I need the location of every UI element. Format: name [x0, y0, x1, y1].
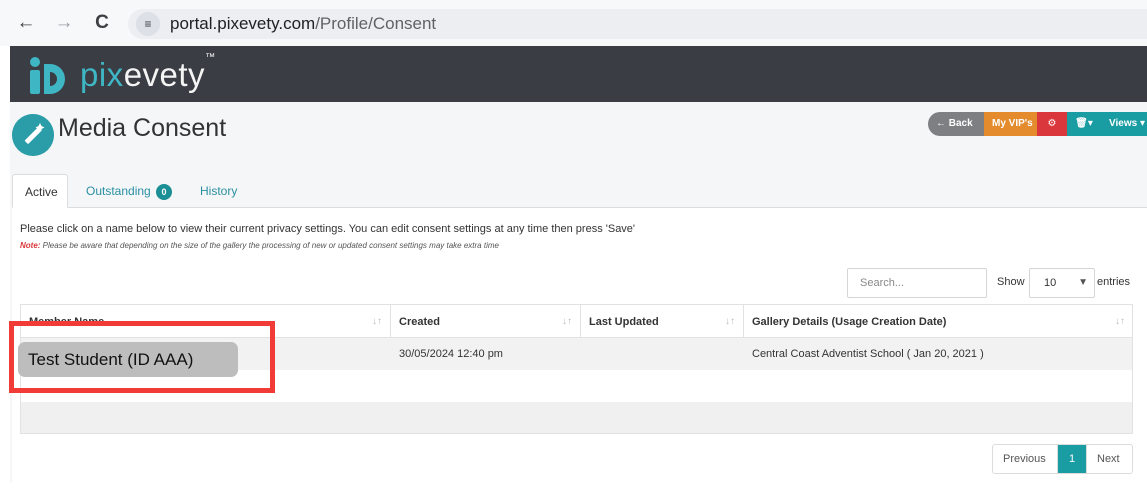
tab-history[interactable]: History	[188, 174, 249, 208]
pagination: Previous 1 Next	[992, 444, 1133, 474]
action-toolbar: ← Back My VIP's ⚙ 🗑▾ Views ▾	[928, 112, 1147, 136]
sort-icon: ↓↑	[725, 316, 735, 327]
column-header-gallery-details[interactable]: Gallery Details (Usage Creation Date) ↓↑	[744, 305, 1133, 337]
processing-note: Note: Please be aware that depending on …	[20, 241, 499, 250]
pixevety-logo-text[interactable]: pixevety™	[80, 52, 216, 95]
next-page-button[interactable]: Next	[1086, 445, 1132, 473]
tab-bar: Active Outstanding 0 History	[12, 174, 1147, 208]
sort-icon: ↓↑	[1115, 316, 1125, 327]
forward-arrow-icon[interactable]: →	[54, 12, 74, 34]
magic-wand-icon	[12, 114, 54, 156]
site-info-icon[interactable]: ≡	[136, 12, 160, 36]
trash-dropdown-icon[interactable]: 🗑▾	[1067, 112, 1101, 136]
back-arrow-icon[interactable]: ←	[16, 12, 36, 34]
column-header-created[interactable]: Created ↓↑	[391, 305, 581, 337]
cell-created: 30/05/2024 12:40 pm	[399, 348, 503, 360]
outstanding-count-badge: 0	[156, 184, 173, 200]
url-path: /Profile/Consent	[315, 14, 437, 33]
page-title: Media Consent	[58, 114, 227, 142]
column-header-last-updated[interactable]: Last Updated ↓↑	[581, 305, 744, 337]
chevron-down-icon: ▼	[1078, 277, 1088, 288]
views-dropdown-button[interactable]: Views ▾	[1101, 112, 1147, 136]
url-text[interactable]: portal.pixevety.com/Profile/Consent	[170, 13, 436, 35]
main-content: Media Consent ← Back My VIP's ⚙ 🗑▾ Views…	[10, 102, 1147, 483]
cell-gallery-details: Central Coast Adventist School ( Jan 20,…	[752, 348, 984, 360]
sort-icon: ↓↑	[562, 316, 572, 327]
entries-label: entries	[1097, 276, 1131, 288]
search-input[interactable]: Search...	[847, 268, 987, 298]
pixevety-logo-icon	[30, 57, 65, 94]
tab-active[interactable]: Active	[12, 174, 68, 208]
bottom-strip	[0, 483, 1147, 498]
sort-icon: ↓↑	[372, 316, 382, 327]
back-button[interactable]: ← Back	[928, 112, 984, 136]
page-length-select[interactable]: 10 ▼	[1029, 268, 1095, 298]
browser-toolbar: ← → C ≡ portal.pixevety.com/Profile/Cons…	[0, 0, 1147, 46]
cell-last-updated	[581, 338, 589, 370]
show-label: Show	[997, 276, 1025, 288]
my-vips-button[interactable]: My VIP's	[984, 112, 1037, 136]
settings-icon[interactable]: ⚙	[1037, 112, 1067, 136]
reload-icon[interactable]: C	[92, 12, 112, 34]
app-header: pixevety™	[10, 46, 1147, 102]
table-footer-row	[20, 402, 1133, 434]
previous-page-button[interactable]: Previous	[993, 445, 1058, 473]
member-name-link[interactable]: Test Student (ID AAA)	[18, 342, 238, 377]
instructions-text: Please click on a name below to view the…	[20, 223, 636, 235]
tab-outstanding[interactable]: Outstanding 0	[74, 174, 184, 208]
url-host: portal.pixevety.com	[170, 14, 316, 33]
current-page-button[interactable]: 1	[1058, 445, 1086, 473]
